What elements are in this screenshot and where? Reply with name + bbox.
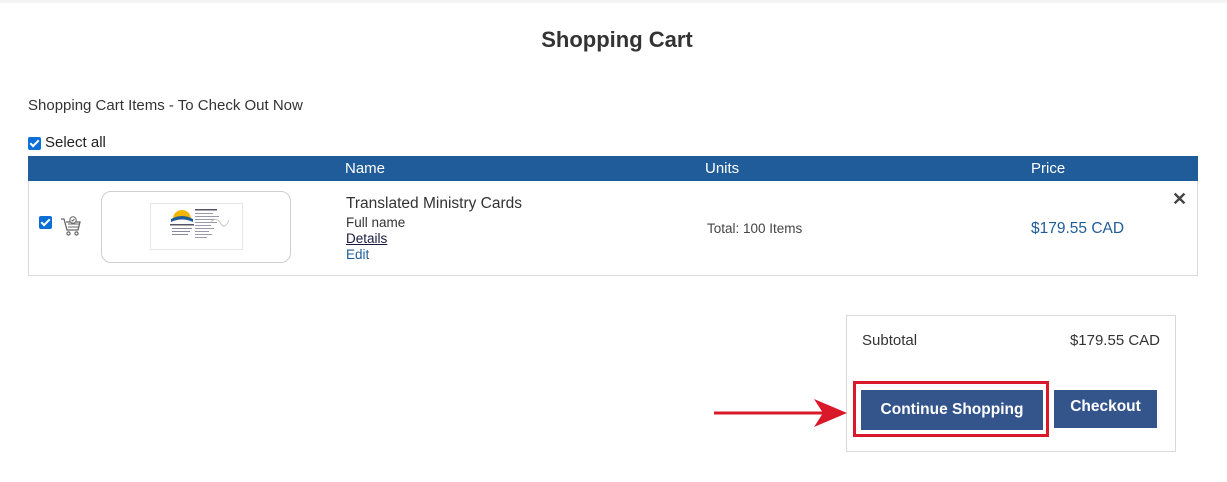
- item-checkbox[interactable]: [39, 216, 52, 229]
- details-link[interactable]: Details: [346, 231, 387, 246]
- close-icon[interactable]: ✕: [1172, 189, 1187, 210]
- top-border: [0, 0, 1227, 3]
- product-thumbnail[interactable]: [101, 191, 291, 263]
- price-value: $179.55 CAD: [1031, 220, 1125, 237]
- table-row: Translated Ministry Cards Full name Deta…: [28, 181, 1198, 276]
- product-subtitle: Full name: [346, 215, 406, 230]
- column-header-units: Units: [705, 160, 740, 177]
- arrow-right-icon: [714, 399, 847, 427]
- continue-shopping-button[interactable]: Continue Shopping: [861, 390, 1043, 430]
- units-value: Total: 100 Items: [707, 221, 803, 236]
- section-title: Shopping Cart Items - To Check Out Now: [28, 97, 303, 114]
- card-logo-graphic: [170, 209, 230, 238]
- product-name: Translated Ministry Cards: [346, 195, 523, 212]
- checkout-button[interactable]: Checkout: [1054, 390, 1157, 428]
- subtotal-value: $179.55 CAD: [1069, 332, 1160, 349]
- column-header-price: Price: [1031, 160, 1066, 177]
- select-all-checkbox[interactable]: Select all: [28, 134, 106, 151]
- page-title: Shopping Cart: [541, 27, 693, 52]
- table-header: Name Units Price: [28, 156, 1198, 181]
- cart-icon: [61, 216, 81, 236]
- checkbox-icon[interactable]: [28, 136, 41, 150]
- cart-table: Name Units Price Translated Ministry Car…: [28, 156, 1198, 277]
- column-header-name: Name: [345, 160, 386, 177]
- edit-link[interactable]: Edit: [346, 247, 369, 262]
- subtotal-label: Subtotal: [862, 332, 918, 349]
- business-card-preview: [150, 203, 243, 250]
- select-all-label: Select all: [45, 134, 106, 151]
